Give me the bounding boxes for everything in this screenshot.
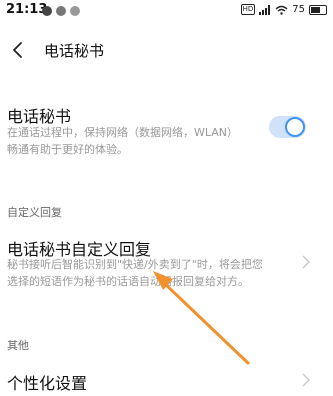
section-header-custom-reply: 自定义回复 (7, 206, 62, 219)
toggle-knob (285, 117, 305, 137)
back-icon[interactable] (10, 40, 26, 60)
custom-reply-desc: 选择的短语作为秘书的话语自动播报回复给对方。 (7, 275, 249, 288)
hd-badge: HD (240, 4, 256, 15)
signal-icon (259, 4, 271, 15)
personalization-title: 个性化设置 (7, 374, 88, 393)
status-right: HD 75 (240, 4, 327, 15)
notification-icon (56, 6, 66, 16)
notification-icon (42, 6, 52, 16)
phone-secretary-toggle[interactable] (269, 116, 306, 138)
wifi-icon (275, 5, 288, 15)
battery-icon (309, 4, 327, 15)
section-header-other: 其他 (7, 339, 29, 352)
page-title: 电话秘书 (44, 42, 105, 60)
chevron-right-icon (302, 373, 310, 387)
chevron-right-icon (302, 255, 310, 269)
battery-fill (311, 6, 320, 13)
notification-icon (70, 6, 80, 16)
custom-reply-desc: 秘书接听后智能识别到"快递/外卖到了"时，将会把您 (7, 258, 263, 271)
phone-secretary-desc: 在通话过程中，保持网络（数据网络，WLAN） (7, 126, 239, 139)
battery-percent: 75 (292, 4, 305, 15)
status-bar: 21:13 HD 75 (0, 0, 333, 22)
phone-secretary-desc: 畅通有助于更好的体验。 (7, 143, 128, 156)
